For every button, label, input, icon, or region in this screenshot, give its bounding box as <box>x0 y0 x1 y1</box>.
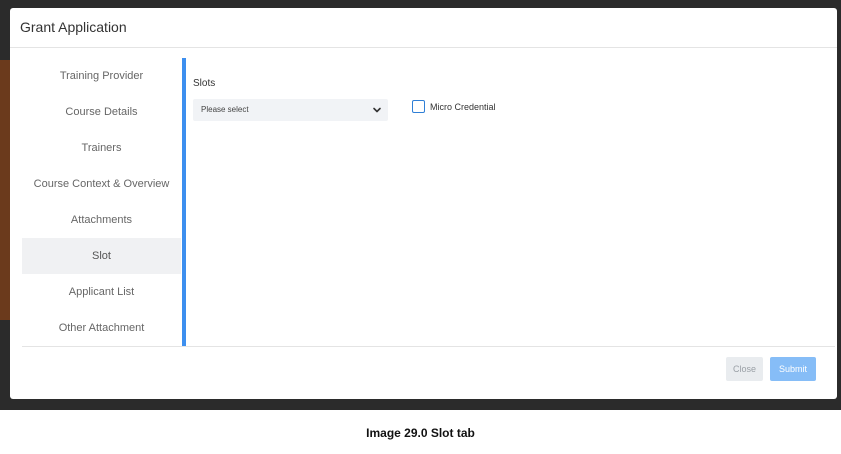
grant-application-modal: Grant Application Training Provider Cour… <box>10 8 837 399</box>
close-button[interactable]: Close <box>726 357 763 381</box>
image-caption: Image 29.0 Slot tab <box>366 426 475 440</box>
footer-divider <box>22 346 835 347</box>
tab-course-context-overview[interactable]: Course Context & Overview <box>22 166 181 202</box>
micro-credential-option[interactable]: Micro Credential <box>412 100 496 113</box>
slot-tab-content: Slots Please select Micro Credential <box>186 58 837 347</box>
micro-credential-label: Micro Credential <box>430 101 496 112</box>
tab-applicant-list[interactable]: Applicant List <box>22 274 181 310</box>
modal-header: Grant Application <box>10 8 837 48</box>
micro-credential-checkbox[interactable] <box>412 100 425 113</box>
tab-attachments[interactable]: Attachments <box>22 202 181 238</box>
tab-slot[interactable]: Slot <box>22 238 181 274</box>
sidebar-tabs: Training Provider Course Details Trainer… <box>22 58 181 347</box>
tab-training-provider[interactable]: Training Provider <box>22 58 181 94</box>
slots-select[interactable]: Please select <box>193 99 388 121</box>
chevron-down-icon <box>373 107 381 113</box>
slots-label: Slots <box>193 78 216 89</box>
modal-title: Grant Application <box>20 19 127 35</box>
tab-trainers[interactable]: Trainers <box>22 130 181 166</box>
tab-course-details[interactable]: Course Details <box>22 94 181 130</box>
submit-button[interactable]: Submit <box>770 357 816 381</box>
slots-select-value: Please select <box>201 105 249 114</box>
tab-other-attachment[interactable]: Other Attachment <box>22 310 181 346</box>
